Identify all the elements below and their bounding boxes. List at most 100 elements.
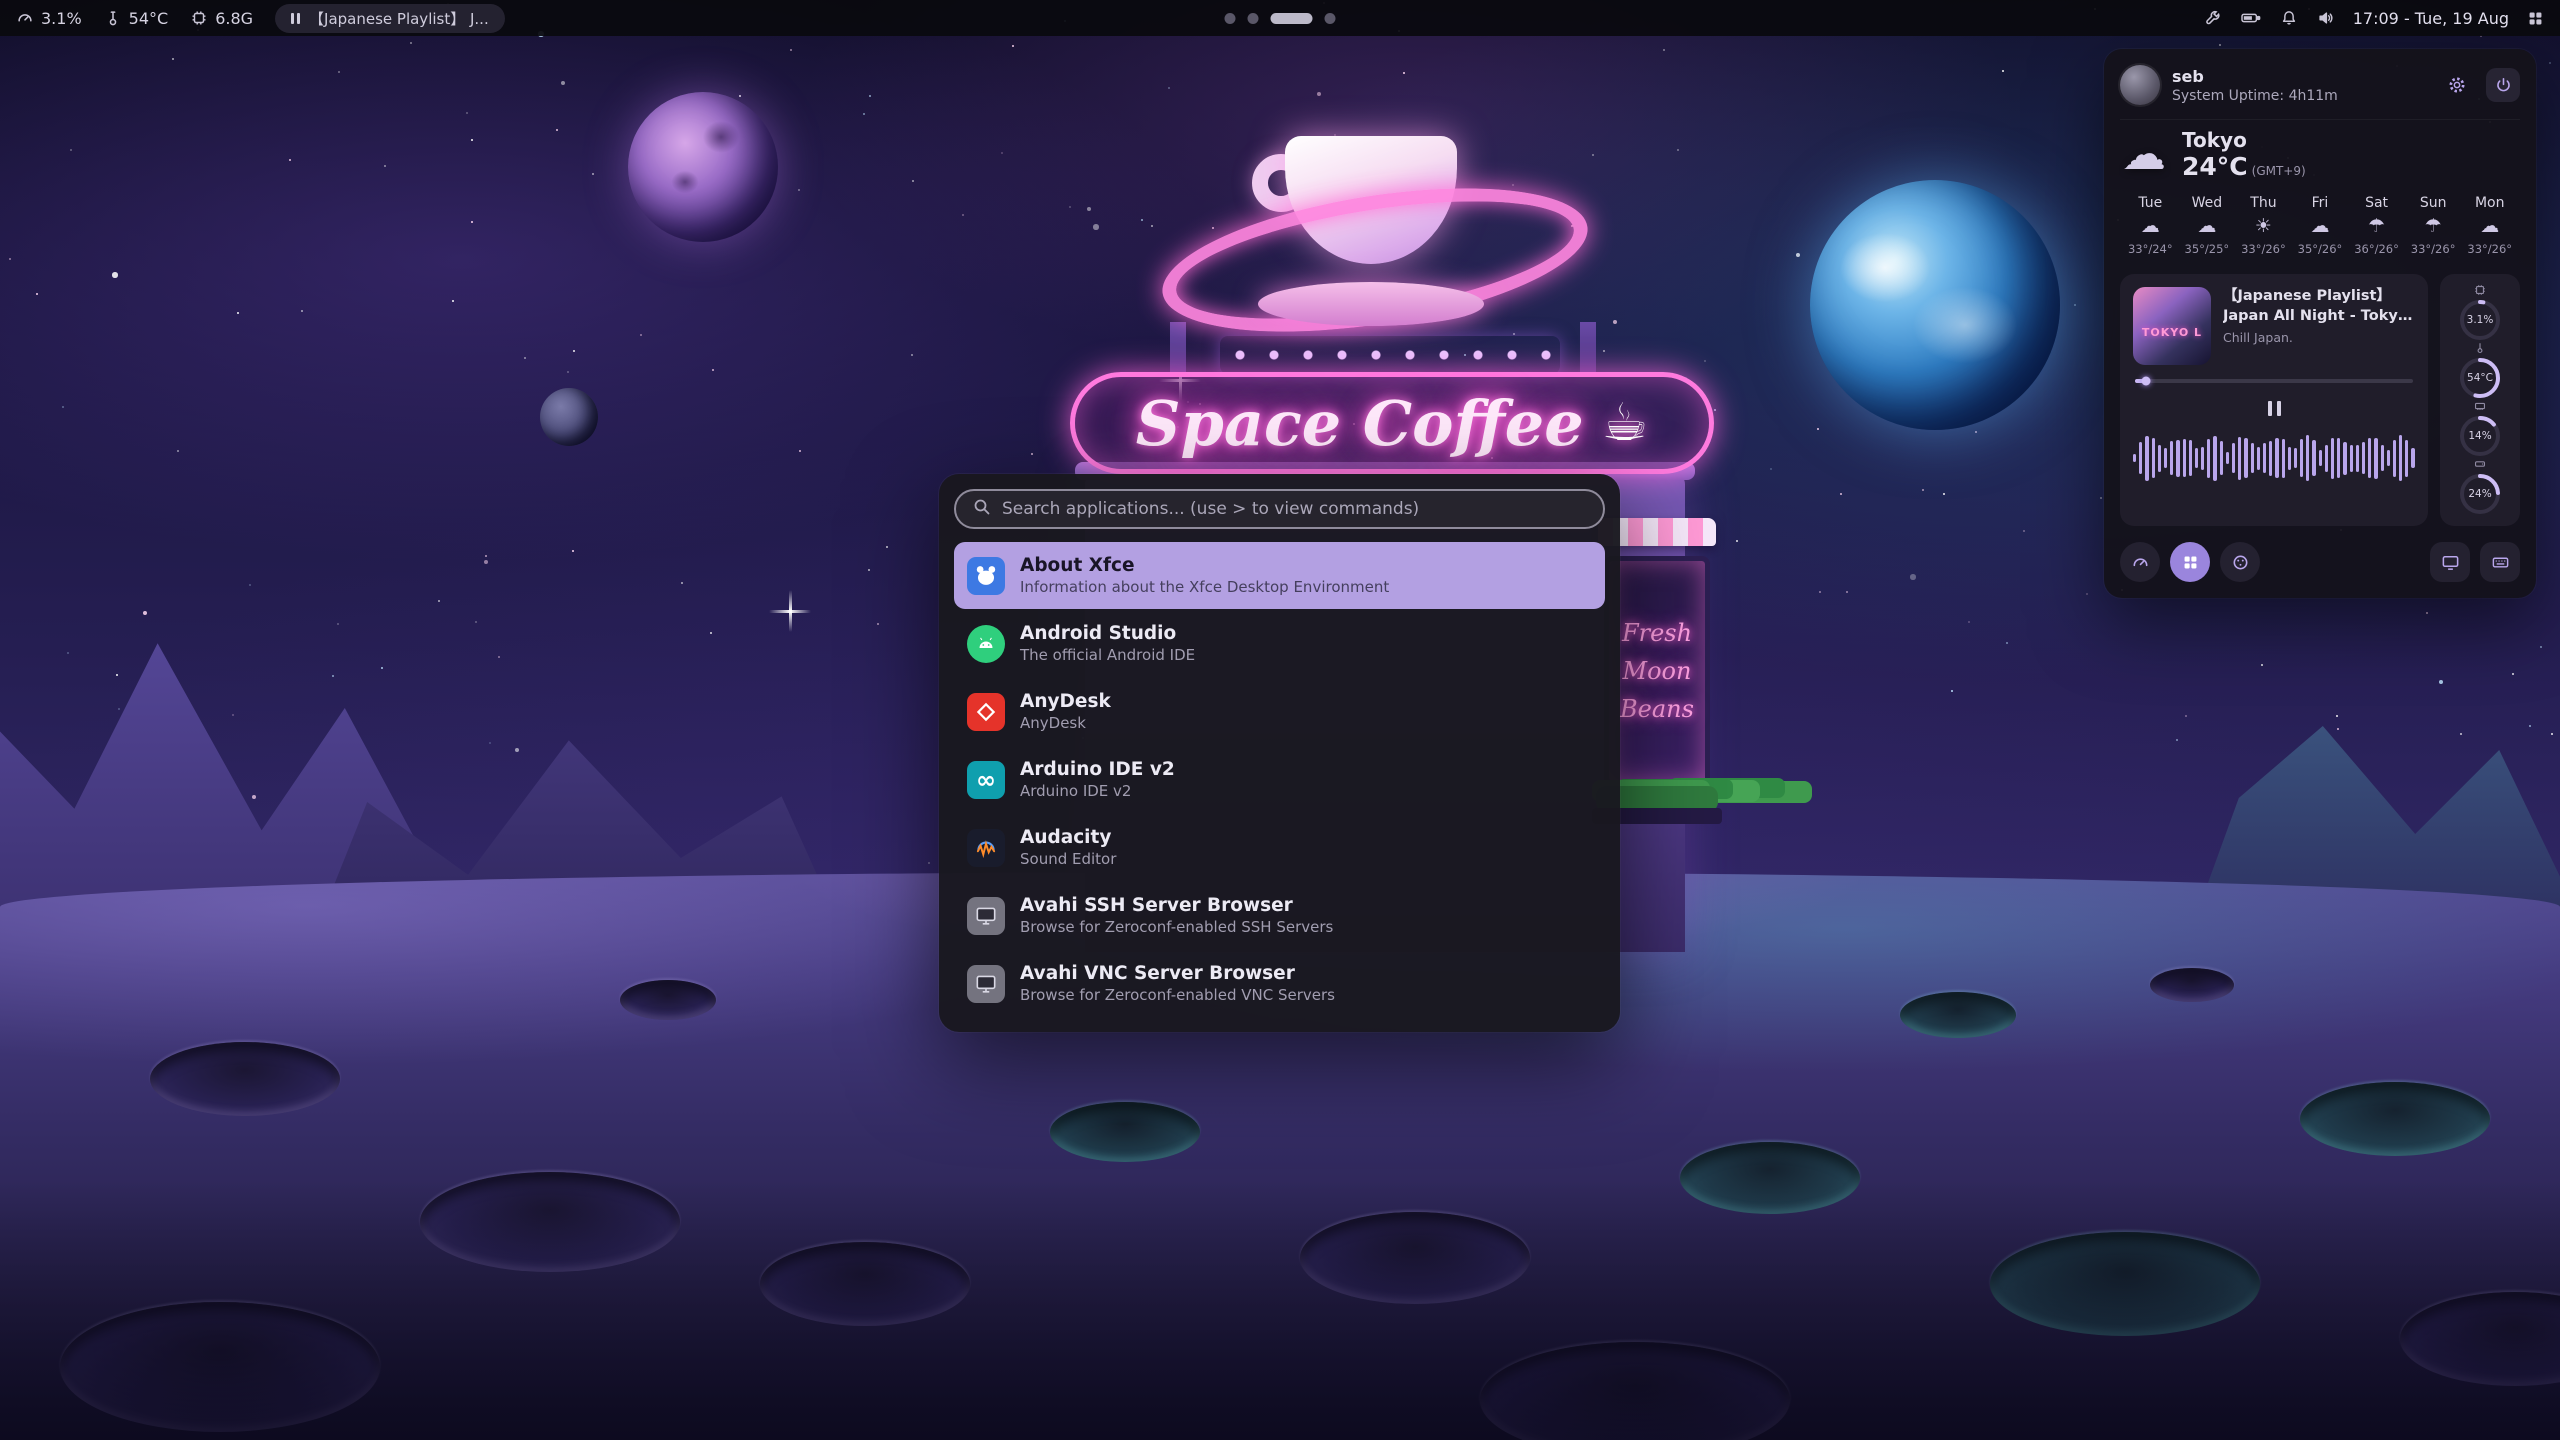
cpu-value: 3.1% bbox=[41, 9, 82, 28]
workspace-dot-4[interactable] bbox=[1325, 13, 1336, 24]
quick-actions bbox=[2120, 542, 2520, 582]
window-neon-text: Moon bbox=[1623, 657, 1692, 685]
cpu-icon bbox=[2474, 284, 2486, 296]
app-name: Android Studio bbox=[1020, 624, 1195, 644]
desktop: Fresh Moon Beans Space Coffee ☕ bbox=[0, 0, 2560, 1440]
forecast-day: Fri bbox=[2292, 195, 2349, 211]
server-browser-icon bbox=[967, 897, 1005, 935]
clock[interactable]: 17:09 - Tue, 19 Aug bbox=[2353, 9, 2509, 28]
workspace-dot-1[interactable] bbox=[1225, 13, 1236, 24]
app-item-android-studio[interactable]: Android Studio The official Android IDE bbox=[954, 610, 1605, 677]
disk-gauge-value: 24% bbox=[2458, 472, 2502, 516]
workspace-dot-2[interactable] bbox=[1248, 13, 1259, 24]
forecast-temps: 33°/26° bbox=[2461, 242, 2518, 256]
app-grid-button[interactable] bbox=[2170, 542, 2210, 582]
forecast-weather-icon: ☂ bbox=[2348, 217, 2405, 236]
forecast-temps: 33°/26° bbox=[2405, 242, 2462, 256]
seek-knob[interactable] bbox=[2142, 377, 2151, 386]
memory-value: 6.8G bbox=[215, 9, 253, 28]
app-item-avahi-vnc[interactable]: Avahi VNC Server Browser Browse for Zero… bbox=[954, 950, 1605, 1017]
app-name: Audacity bbox=[1020, 828, 1116, 848]
settings-gear-button[interactable] bbox=[2440, 68, 2474, 102]
app-name: About Xfce bbox=[1020, 556, 1389, 576]
user-avatar[interactable] bbox=[2120, 65, 2160, 105]
forecast-weather-icon: ☂ bbox=[2405, 217, 2462, 236]
seek-bar[interactable] bbox=[2135, 379, 2413, 383]
neon-sign: Space Coffee ☕ bbox=[1070, 372, 1714, 474]
xfce-mouse-icon bbox=[967, 557, 1005, 595]
app-description: Sound Editor bbox=[1020, 851, 1116, 868]
performance-button[interactable] bbox=[2120, 542, 2160, 582]
thermometer-icon bbox=[2474, 342, 2486, 354]
top-bar: 3.1% 54°C 6.8G 【Japanese Playlist】 J... bbox=[0, 0, 2560, 36]
app-item-about-xfce[interactable]: About Xfce Information about the Xfce De… bbox=[954, 542, 1605, 609]
app-description: Information about the Xfce Desktop Envir… bbox=[1020, 579, 1389, 596]
tools-icon[interactable] bbox=[2204, 9, 2222, 27]
cpu-gauge-value: 3.1% bbox=[2458, 298, 2502, 342]
app-item-arduino[interactable]: ∞ Arduino IDE v2 Arduino IDE v2 bbox=[954, 746, 1605, 813]
app-item-audacity[interactable]: Audacity Sound Editor bbox=[954, 814, 1605, 881]
weather-timezone: (GMT+9) bbox=[2252, 164, 2306, 178]
track-title: 【Japanese Playlist】 Japan All Night - To… bbox=[2223, 287, 2415, 326]
small-moon-art bbox=[540, 388, 598, 446]
notifications-bell-icon[interactable] bbox=[2280, 9, 2298, 27]
purple-planet-art bbox=[628, 92, 778, 242]
temperature-indicator[interactable]: 54°C bbox=[104, 9, 169, 28]
media-player-pill[interactable]: 【Japanese Playlist】 J... bbox=[275, 4, 505, 33]
battery-icon[interactable] bbox=[2240, 9, 2262, 27]
album-art-text: TOKYO L bbox=[2133, 326, 2211, 339]
forecast-weather-icon: ☁ bbox=[2179, 217, 2236, 236]
forecast-weather-icon: ☁ bbox=[2461, 217, 2518, 236]
sign-post bbox=[1580, 322, 1596, 374]
volume-icon[interactable] bbox=[2316, 9, 2335, 27]
workspace-active-pill[interactable] bbox=[1271, 13, 1313, 24]
cpu-gauge: 3.1% bbox=[2458, 284, 2502, 342]
window-neon-text: Beans bbox=[1620, 695, 1694, 723]
theme-button[interactable] bbox=[2220, 542, 2260, 582]
forecast-row: Tue Wed Thu Fri Sat Sun Mon ☁ ☁ ☀ ☁ ☂ ☂ … bbox=[2122, 195, 2518, 256]
keyboard-button[interactable] bbox=[2480, 542, 2520, 582]
media-player-widget: TOKYO L 【Japanese Playlist】 Japan All Ni… bbox=[2120, 274, 2428, 526]
search-input[interactable] bbox=[1002, 499, 1587, 519]
sign-post bbox=[1170, 322, 1186, 374]
memory-indicator[interactable]: 6.8G bbox=[190, 9, 253, 28]
app-item-avahi-ssh[interactable]: Avahi SSH Server Browser Browse for Zero… bbox=[954, 882, 1605, 949]
sign-marquee bbox=[1220, 336, 1560, 374]
forecast-day: Wed bbox=[2179, 195, 2236, 211]
pause-icon bbox=[291, 13, 300, 24]
cpu-indicator[interactable]: 3.1% bbox=[16, 9, 82, 28]
forecast-day: Thu bbox=[2235, 195, 2292, 211]
app-item-anydesk[interactable]: AnyDesk AnyDesk bbox=[954, 678, 1605, 745]
forecast-day: Sat bbox=[2348, 195, 2405, 211]
system-uptime: System Uptime: 4h11m bbox=[2172, 88, 2428, 104]
media-pill-label: 【Japanese Playlist】 J... bbox=[309, 8, 489, 29]
thermometer-icon bbox=[104, 9, 122, 27]
speedometer-icon bbox=[16, 9, 34, 27]
app-grid-icon[interactable] bbox=[2527, 10, 2544, 27]
memory-gauge-value: 14% bbox=[2458, 414, 2502, 458]
neon-sign-text: Space Coffee bbox=[1136, 387, 1584, 460]
android-icon bbox=[967, 625, 1005, 663]
workspace-switcher bbox=[1225, 0, 1336, 36]
widget-panel: seb System Uptime: 4h11m ☁ Tokyo 24°C(GM… bbox=[2104, 49, 2536, 598]
audio-waveform bbox=[2133, 431, 2415, 485]
app-description: Browse for Zeroconf-enabled SSH Servers bbox=[1020, 919, 1333, 936]
temperature-gauge-value: 54°C bbox=[2458, 356, 2502, 400]
display-button[interactable] bbox=[2430, 542, 2470, 582]
app-name: Avahi SSH Server Browser bbox=[1020, 896, 1333, 916]
app-description: The official Android IDE bbox=[1020, 647, 1195, 664]
app-description: Arduino IDE v2 bbox=[1020, 783, 1175, 800]
power-button[interactable] bbox=[2486, 68, 2520, 102]
launcher-search[interactable] bbox=[954, 489, 1605, 529]
anydesk-diamond-icon bbox=[967, 693, 1005, 731]
disk-gauge: 24% bbox=[2458, 458, 2502, 516]
pause-button[interactable] bbox=[2257, 393, 2291, 423]
cup-saucer-art bbox=[1258, 282, 1484, 326]
forecast-temps: 35°/26° bbox=[2292, 242, 2349, 256]
forecast-temps: 33°/24° bbox=[2122, 242, 2179, 256]
username: seb bbox=[2172, 67, 2428, 86]
chip-icon bbox=[190, 9, 208, 27]
profile-section: seb System Uptime: 4h11m bbox=[2120, 65, 2520, 119]
app-description: AnyDesk bbox=[1020, 715, 1111, 732]
memory-gauge: 14% bbox=[2458, 400, 2502, 458]
